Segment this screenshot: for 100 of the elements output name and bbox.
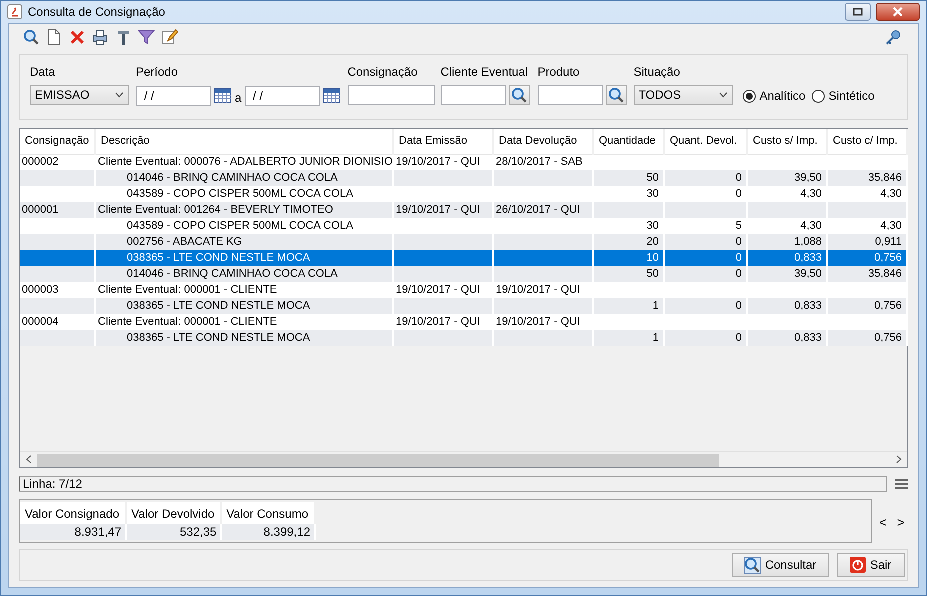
printer-icon[interactable] [92, 28, 109, 46]
table-cell: 0 [664, 266, 747, 282]
field-label: Situação [634, 65, 682, 79]
lookup-button[interactable] [508, 85, 530, 105]
table-cell: 0,756 [827, 330, 907, 346]
nav-button[interactable]: > [894, 512, 908, 530]
table-cell: 1,088 [747, 234, 827, 250]
consult-button[interactable]: Consultar [732, 553, 829, 577]
dropdown[interactable]: EMISSAO [30, 85, 129, 105]
table-row[interactable]: 002756 - ABACATE KG 20 0 1,088 0,911 [20, 234, 907, 250]
search-icon [510, 86, 528, 104]
close-button[interactable] [876, 3, 920, 21]
table-cell: 39,50 [747, 266, 827, 282]
field-label: Data [30, 65, 56, 79]
table-cell: 038365 - LTE COND NESTLE MOCA [95, 298, 393, 314]
table-row[interactable]: 014046 - BRINQ CAMINHAO COCA COLA 50 0 39,50 35,846 [20, 170, 907, 186]
table-cell: 0 [664, 298, 747, 314]
table-cell: 0,833 [747, 298, 827, 314]
column-header[interactable]: Descrição [95, 129, 393, 154]
power-icon [850, 557, 866, 573]
column-header[interactable]: Custo c/ Imp. [827, 129, 907, 154]
window-title: Consulta de Consignação [28, 4, 166, 21]
edit-icon[interactable] [161, 28, 178, 46]
java-icon [7, 4, 23, 20]
table-cell: 014046 - BRINQ CAMINHAO COCA COLA [95, 170, 393, 186]
text-field[interactable]: / / [136, 86, 211, 106]
table-row[interactable]: 000001 Cliente Eventual: 001264 - BEVERLY TIMOTEO 19/10/2017 - QUI 26/10/2017 - QUI [20, 202, 907, 218]
delete-icon[interactable] [69, 28, 86, 46]
column-header[interactable]: Custo s/ Imp. [747, 129, 827, 154]
total-value: 532,35 [126, 524, 222, 540]
table-cell: 26/10/2017 - QUI [493, 202, 593, 218]
table-cell: 0,756 [827, 298, 907, 314]
table-cell: 1 [593, 330, 664, 346]
table-cell: 0 [664, 234, 747, 250]
table-cell: 038365 - LTE COND NESTLE MOCA [95, 330, 393, 346]
table-cell: 0,833 [747, 250, 827, 266]
table-cell: 35,846 [827, 170, 907, 186]
field-label: Cliente Eventual [440, 65, 530, 79]
table-cell: 0,756 [827, 250, 907, 266]
column-header: Valor Consignado [20, 502, 127, 524]
table-cell: 50 [593, 170, 664, 186]
table-cell: 038365 - LTE COND NESTLE MOCA [95, 250, 393, 266]
search-icon [744, 556, 762, 574]
table-cell: 50 [593, 266, 664, 282]
table-cell: 014046 - BRINQ CAMINHAO COCA COLA [95, 266, 393, 282]
field-label: Consignação [348, 65, 419, 79]
table-row[interactable]: 038365 - LTE COND NESTLE MOCA 1 0 0,833 0,756 [20, 330, 907, 346]
column-header[interactable]: Consignação [20, 129, 95, 154]
caret-icon [718, 92, 728, 98]
search-icon [608, 86, 625, 104]
table-cell: 0 [664, 170, 747, 186]
table-cell: 0 [664, 250, 747, 266]
field-label: Período [136, 65, 180, 79]
close-icon [892, 7, 904, 17]
radio-option[interactable]: Analítico [742, 87, 806, 105]
table-cell: 0,833 [747, 330, 827, 346]
field-label: Produto [538, 65, 581, 79]
separator-label: a [235, 90, 242, 107]
key-icon[interactable] [885, 28, 902, 46]
radio-option[interactable]: Sintético [812, 87, 875, 105]
column-header[interactable]: Quantidade [593, 129, 664, 154]
filter-icon[interactable] [138, 28, 155, 46]
text-field[interactable] [440, 85, 506, 105]
calendar-icon[interactable] [214, 87, 232, 105]
column-header[interactable]: Quant. Devol. [664, 129, 747, 154]
exit-button[interactable]: Sair [837, 553, 905, 577]
nav-button[interactable]: < [876, 512, 890, 530]
tools-icon[interactable] [115, 28, 132, 46]
table-cell: 1 [593, 298, 664, 314]
calendar-icon[interactable] [322, 87, 341, 105]
text-field[interactable] [538, 85, 603, 105]
total-value: 8.931,47 [20, 524, 127, 540]
document-icon[interactable] [46, 28, 63, 46]
dropdown[interactable]: TODOS [634, 85, 733, 105]
text-field[interactable] [348, 85, 435, 105]
text-field[interactable]: / / [244, 86, 320, 106]
caret-icon [115, 92, 124, 98]
lookup-button[interactable] [606, 85, 627, 105]
table-cell: 20 [593, 234, 664, 250]
column-header[interactable]: Data Devolução [493, 129, 593, 154]
search-icon[interactable] [23, 28, 40, 46]
column-header[interactable]: Data Emissão [393, 129, 493, 154]
menu-icon[interactable] [895, 478, 908, 490]
table-cell: 002756 - ABACATE KG [95, 234, 393, 250]
table-cell: 39,50 [747, 170, 827, 186]
scroll-right-icon [896, 455, 902, 464]
table-cell: 19/10/2017 - QUI [393, 202, 493, 218]
table-cell: 0,911 [827, 234, 907, 250]
table-cell: 10 [593, 250, 664, 266]
table-row[interactable]: 038365 - LTE COND NESTLE MOCA 10 0 0,833 0,756 [20, 250, 907, 266]
table-cell: 35,846 [827, 266, 907, 282]
restore-icon [853, 8, 863, 16]
table-cell: 000001 [20, 202, 95, 218]
table-row[interactable]: 038365 - LTE COND NESTLE MOCA 1 0 0,833 0,756 [20, 298, 907, 314]
table-cell: 0 [664, 330, 747, 346]
total-value: 8.399,12 [222, 524, 316, 540]
restore-button[interactable] [845, 3, 871, 21]
column-header: Valor Devolvido [126, 502, 222, 524]
column-header: Valor Consumo [222, 502, 316, 524]
table-row[interactable]: 014046 - BRINQ CAMINHAO COCA COLA 50 0 39,50 35,846 [20, 266, 907, 282]
